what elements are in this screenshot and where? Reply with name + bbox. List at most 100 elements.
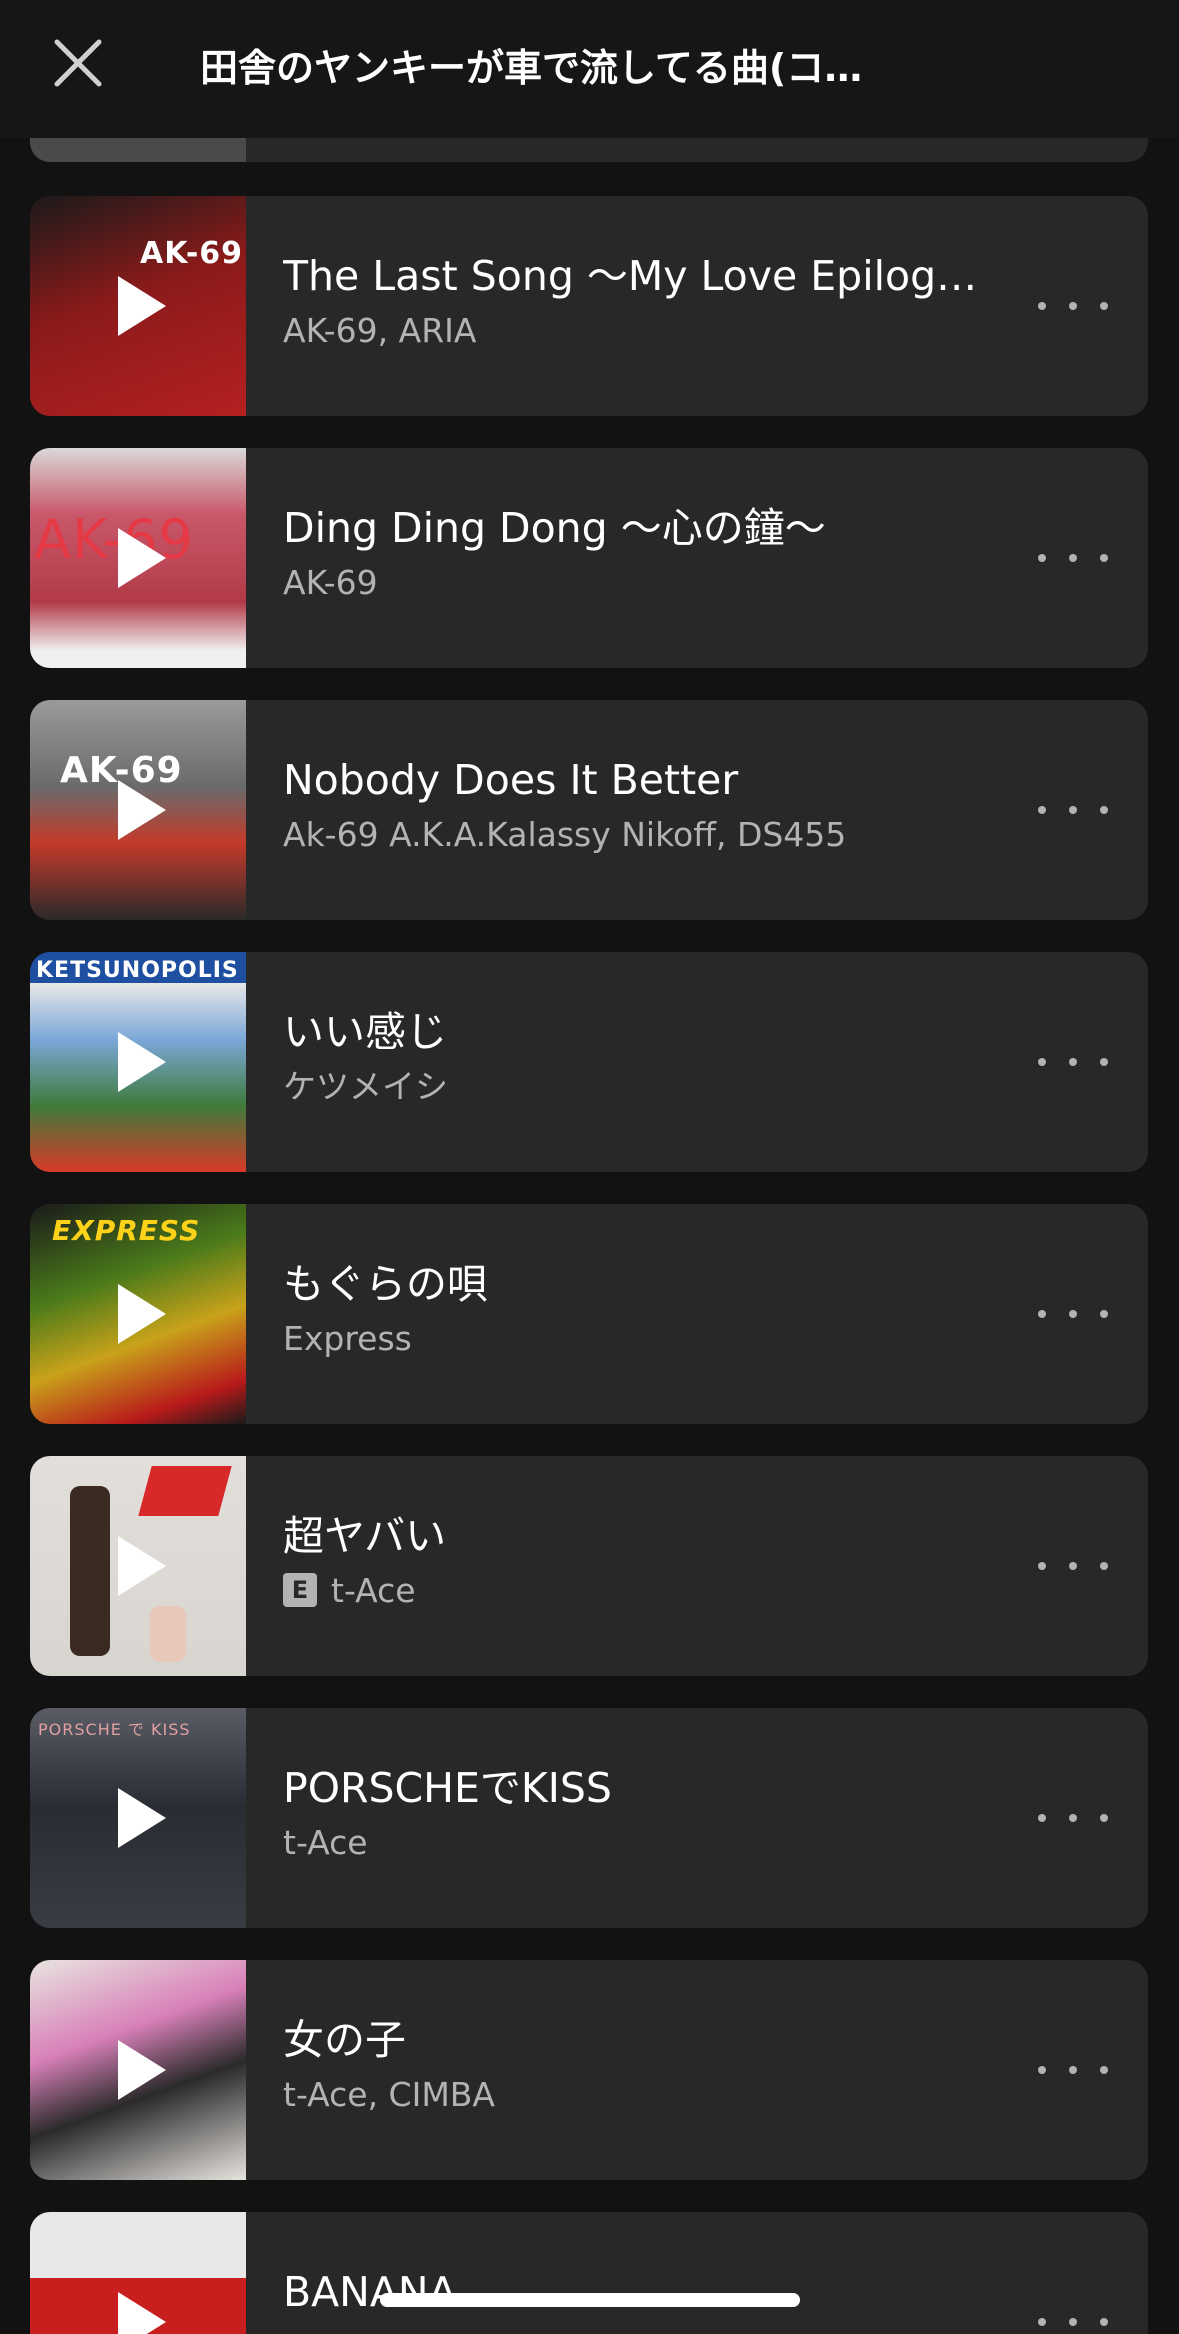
more-options-dot [1100, 2066, 1108, 2074]
more-options-dot [1069, 1058, 1077, 1066]
album-art-label: PORSCHE で KISS [38, 1720, 191, 1739]
more-options-dot [1100, 806, 1108, 814]
more-options-icon [1038, 302, 1046, 310]
track-row[interactable]: EXPRESS もぐらの唄 Express [30, 1204, 1148, 1424]
track-artist: Et-Ace [283, 1568, 1043, 1614]
track-artist: AK-69, ARIA [283, 311, 477, 350]
more-options-button[interactable] [1038, 1296, 1108, 1332]
track-title: いい感じ [283, 1008, 447, 1056]
more-options-icon [1038, 554, 1046, 562]
track-row[interactable]: 超ヤバい Et-Ace [30, 1456, 1148, 1676]
play-icon [118, 1032, 166, 1092]
more-options-icon [1038, 2318, 1046, 2326]
more-options-icon [1038, 2066, 1046, 2074]
album-art[interactable]: AK-69 [30, 196, 246, 416]
more-options-button[interactable] [1038, 2052, 1108, 2088]
album-art[interactable] [30, 1960, 246, 2180]
album-art[interactable] [30, 2212, 246, 2334]
track-title: Nobody Does It Better [283, 756, 739, 804]
track-info: PORSCHEでKISS t-Ace [283, 1708, 1043, 1928]
track-row[interactable]: KETSUNOPOLIS 10 いい感じ ケツメイシ [30, 952, 1148, 1172]
album-art[interactable] [30, 1456, 246, 1676]
album-art-label: AK-69 [140, 236, 244, 271]
more-options-button[interactable] [1038, 2304, 1108, 2334]
album-art[interactable]: EXPRESS [30, 1204, 246, 1424]
more-options-dot [1069, 1814, 1077, 1822]
track-title: 超ヤバい [283, 1512, 447, 1560]
more-options-icon [1038, 1058, 1046, 1066]
album-art[interactable]: KETSUNOPOLIS 10 [30, 952, 246, 1172]
close-icon [54, 39, 102, 87]
more-options-button[interactable] [1038, 1800, 1108, 1836]
track-artist: Ak-69 A.K.A.Kalassy Nikoff, DS455 [283, 815, 847, 854]
track-info: BANANA [283, 2212, 1043, 2334]
track-row[interactable]: AK-69 Nobody Does It Better Ak-69 A.K.A.… [30, 700, 1148, 920]
play-icon [118, 780, 166, 840]
more-options-icon [1038, 1310, 1046, 1318]
more-options-button[interactable] [1038, 1044, 1108, 1080]
more-options-dot [1069, 2318, 1077, 2326]
track-row[interactable]: 女の子 t-Ace, CIMBA [30, 1960, 1148, 2180]
track-info: Ding Ding Dong 〜心の鐘〜 AK-69 [283, 448, 1043, 668]
track-info: The Last Song 〜My Love Epilog… AK-69, AR… [283, 196, 1043, 416]
play-icon [118, 2040, 166, 2100]
more-options-dot [1100, 302, 1108, 310]
more-options-dot [1100, 1562, 1108, 1570]
more-options-dot [1069, 554, 1077, 562]
album-art-figure [150, 1606, 186, 1662]
play-icon [118, 1788, 166, 1848]
track-title: BANANA [283, 2268, 457, 2316]
explicit-badge: E [283, 1572, 317, 1607]
more-options-button[interactable] [1038, 540, 1108, 576]
album-art[interactable]: PORSCHE で KISS [30, 1708, 246, 1928]
playlist-title: 田舎のヤンキーが車で流してる曲(コ… [200, 46, 863, 90]
play-icon [118, 1536, 166, 1596]
track-title: Ding Ding Dong 〜心の鐘〜 [283, 504, 826, 552]
track-row[interactable]: AK-69 Ding Ding Dong 〜心の鐘〜 AK-69 [30, 448, 1148, 668]
track-artist: t-Ace [283, 1823, 368, 1862]
more-options-icon [1038, 806, 1046, 814]
more-options-dot [1069, 1310, 1077, 1318]
album-art[interactable]: AK-69 [30, 448, 246, 668]
more-options-dot [1100, 1310, 1108, 1318]
home-indicator[interactable] [380, 2293, 800, 2307]
close-button[interactable] [45, 30, 111, 96]
track-info: Nobody Does It Better Ak-69 A.K.A.Kalass… [283, 700, 1043, 920]
track-artist: t-Ace, CIMBA [283, 2075, 496, 2114]
more-options-button[interactable] [1038, 792, 1108, 828]
album-art-label: KETSUNOPOLIS 10 [36, 958, 246, 983]
more-options-button[interactable] [1038, 1548, 1108, 1584]
track-artist: ケツメイシ [283, 1067, 448, 1106]
track-info: もぐらの唄 Express [283, 1204, 1043, 1424]
track-info: 女の子 t-Ace, CIMBA [283, 1960, 1043, 2180]
playlist-screen: 田舎のヤンキーが車で流してる曲(コ… AK-69 The Last Song 〜… [0, 0, 1179, 2334]
header-bar: 田舎のヤンキーが車で流してる曲(コ… [0, 0, 1179, 138]
track-title: The Last Song 〜My Love Epilog… [283, 252, 978, 300]
play-icon [118, 276, 166, 336]
more-options-dot [1069, 1562, 1077, 1570]
more-options-icon [1038, 1562, 1046, 1570]
more-options-dot [1100, 2318, 1108, 2326]
album-art-figure [70, 1486, 110, 1656]
play-icon [118, 2292, 166, 2334]
track-artist: Express [283, 1319, 412, 1358]
more-options-dot [1069, 806, 1077, 814]
track-info: いい感じ ケツメイシ [283, 952, 1043, 1172]
more-options-dot [1100, 1058, 1108, 1066]
album-art[interactable]: AK-69 [30, 700, 246, 920]
play-icon [118, 528, 166, 588]
more-options-dot [1069, 2066, 1077, 2074]
more-options-button[interactable] [1038, 288, 1108, 324]
album-art-label: AK-69 [34, 508, 194, 571]
album-art-logo [138, 1466, 232, 1516]
album-art-logo [50, 2100, 180, 2160]
album-art-label: EXPRESS [52, 1214, 201, 1247]
more-options-dot [1100, 554, 1108, 562]
track-info: 超ヤバい Et-Ace [283, 1456, 1043, 1676]
track-title: 女の子 [283, 2016, 406, 2064]
track-row[interactable]: BANANA [30, 2212, 1148, 2334]
track-row[interactable]: AK-69 The Last Song 〜My Love Epilog… AK-… [30, 196, 1148, 416]
more-options-dot [1069, 302, 1077, 310]
track-row[interactable]: PORSCHE で KISS PORSCHEでKISS t-Ace [30, 1708, 1148, 1928]
track-title: もぐらの唄 [283, 1260, 488, 1308]
